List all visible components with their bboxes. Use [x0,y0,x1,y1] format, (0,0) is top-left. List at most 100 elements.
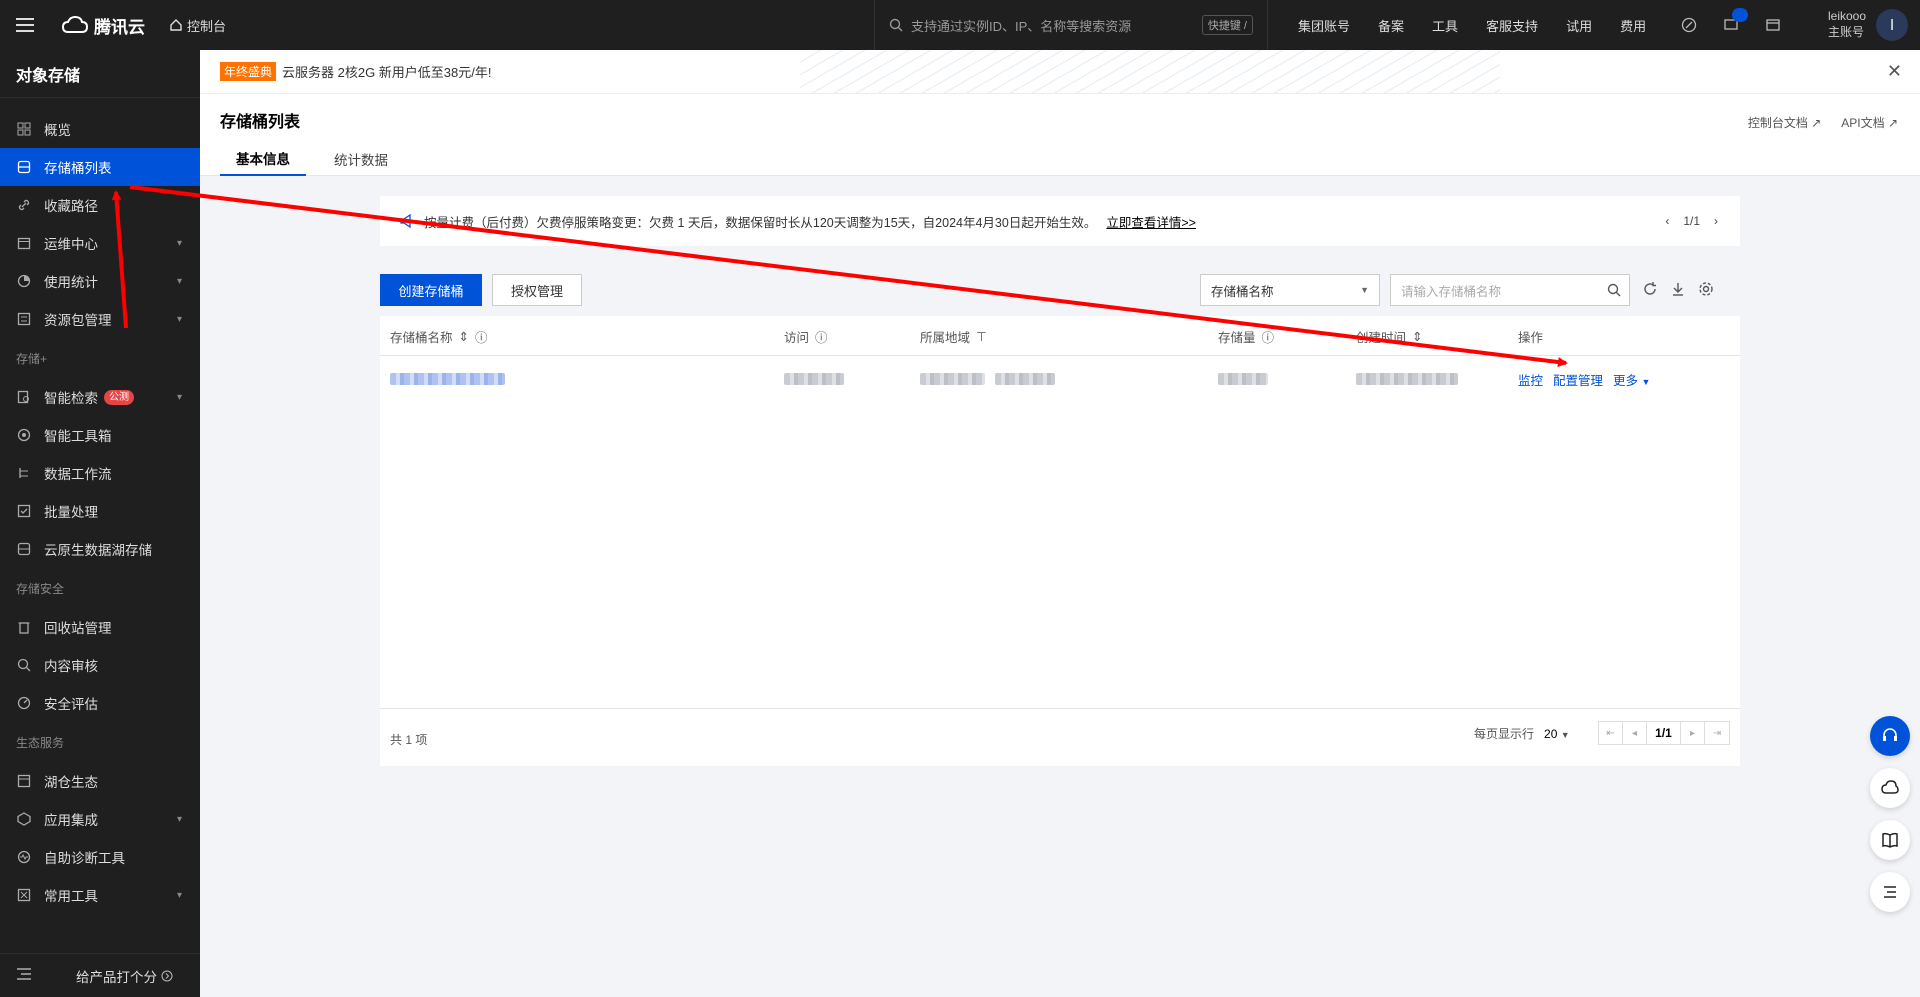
cloud-logo-icon [62,16,88,33]
chevron-down-icon: ▾ [176,275,182,287]
sort-icon[interactable]: ⇕ [1412,329,1422,344]
chevron-left-icon[interactable]: ‹ [1665,214,1669,228]
col-bucket-name: 存储桶名称 ⇕ ⓘ [390,316,488,356]
sidebar-item-data-lake[interactable]: 云原生数据湖存储 [0,530,200,568]
refresh-icon[interactable] [1642,281,1658,297]
user-role: 主账号 [1828,25,1865,39]
collapse-sidebar-icon[interactable] [16,967,32,984]
nav-trial[interactable]: 试用 [1566,16,1592,35]
bucket-name-cell[interactable] [390,356,505,402]
sidebar-item-label: 回收站管理 [44,621,112,636]
global-search[interactable]: 支持通过实例ID、IP、名称等搜索资源 快捷键 / [874,0,1268,50]
gear-icon[interactable] [1698,281,1714,297]
sidebar-item-content-audit[interactable]: 内容审核 [0,646,200,684]
sidebar-item-smart-search[interactable]: 智能检索 公测 ▾ [0,378,200,416]
sidebar-item-self-diagnosis[interactable]: 自助诊断工具 [0,838,200,876]
current-page[interactable]: 1/1 [1647,722,1681,744]
col-storage: 存储量 ⓘ [1218,316,1274,356]
promo-decoration [800,50,1500,93]
info-icon[interactable]: ⓘ [475,327,488,346]
nav-icp[interactable]: 备案 [1378,16,1404,35]
first-page-icon[interactable]: ⇤ [1599,722,1623,744]
last-page-icon[interactable]: ⇥ [1705,722,1729,744]
info-icon[interactable]: ⓘ [815,327,828,346]
chevron-right-icon[interactable]: › [1714,214,1718,228]
page-size-select[interactable]: 20 ▼ [1544,727,1570,741]
sidebar-item-lakehouse[interactable]: 湖仓生态 [0,762,200,800]
cart-icon[interactable] [1764,16,1782,34]
more-dropdown[interactable]: 更多 ▼ [1613,370,1650,389]
tab-basic-info[interactable]: 基本信息 [220,142,306,176]
sidebar-item-security-assessment[interactable]: 安全评估 [0,684,200,722]
sidebar-item-usage-stats[interactable]: 使用统计 ▾ [0,262,200,300]
sidebar-item-ops-center[interactable]: 运维中心 ▾ [0,224,200,262]
notice-bar: 按量计费（后付费）欠费停服策略变更：欠费 1 天后，数据保留时长从120天调整为… [380,196,1740,246]
region-cell [920,356,1055,402]
sidebar-item-favorite-paths[interactable]: 收藏路径 [0,186,200,224]
config-management-link[interactable]: 配置管理 [1553,370,1603,389]
close-icon[interactable]: ✕ [1887,61,1902,82]
sidebar-item-resource-package[interactable]: 资源包管理 ▾ [0,300,200,338]
customer-service-icon[interactable] [1870,716,1910,756]
promo-banner[interactable]: 年终盛典 云服务器 2核2G 新用户低至38元/年! ✕ [200,50,1920,94]
rate-product-link[interactable]: 给产品打个分 [76,966,173,986]
search-icon[interactable] [1607,283,1621,297]
monitor-link[interactable]: 监控 [1518,370,1543,389]
nav-tools[interactable]: 工具 [1432,16,1458,35]
menu-toggle-button[interactable] [0,0,50,50]
search-field-select[interactable]: 存储桶名称 ▼ [1200,274,1380,306]
bucket-table: 存储桶名称 ⇕ ⓘ 访问 ⓘ 所属地域 ⊤ 存储量 ⓘ 创建时间 ⇕ 操作 监控 配置管理 … [380,316,1740,766]
link-icon[interactable] [1680,16,1698,34]
sidebar-item-recycle-bin[interactable]: 回收站管理 [0,608,200,646]
api-doc-link[interactable]: API文档 ↗ [1841,114,1898,131]
sidebar-item-data-workflow[interactable]: 数据工作流 [0,454,200,492]
console-doc-link[interactable]: 控制台文档 ↗ [1748,114,1821,131]
sidebar-item-bucket-list[interactable]: 存储桶列表 [0,148,200,186]
tab-statistics[interactable]: 统计数据 [318,142,404,176]
page-header: 存储桶列表 控制台文档 ↗ API文档 ↗ 基本信息 统计数据 [200,94,1920,176]
sidebar-item-label: 常用工具 [44,889,98,904]
list-icon[interactable] [1870,872,1910,912]
sidebar-item-batch-processing[interactable]: 批量处理 [0,492,200,530]
sidebar-item-smart-toolbox[interactable]: 智能工具箱 [0,416,200,454]
create-bucket-button[interactable]: 创建存储桶 [380,274,482,306]
console-doc-label: 控制台文档 [1747,116,1808,130]
brand-logo[interactable]: 腾讯云 [62,13,145,38]
sidebar-item-app-integration[interactable]: 应用集成 ▾ [0,800,200,838]
gauge-icon [16,695,32,711]
sidebar-item-label: 安全评估 [44,697,98,712]
bucket-search-input[interactable]: 请输入存储桶名称 [1390,274,1630,306]
sidebar-item-common-tools[interactable]: 常用工具 ▾ [0,876,200,914]
batch-icon [16,503,32,519]
doc-links: 控制台文档 ↗ API文档 ↗ [1748,114,1898,131]
actions-cell: 监控 配置管理 更多 ▼ [1518,356,1660,402]
avatar[interactable]: l [1876,9,1908,41]
filter-icon[interactable]: ⊤ [976,329,987,344]
nav-billing[interactable]: 费用 [1620,16,1646,35]
nav-support[interactable]: 客服支持 [1486,16,1538,35]
dashboard-icon [16,121,32,137]
sort-icon[interactable]: ⇕ [459,329,469,344]
user-info[interactable]: leikooo 主账号 [1828,8,1866,40]
more-label: 更多 [1613,373,1639,388]
sidebar-item-label: 云原生数据湖存储 [44,543,152,558]
sidebar-item-overview[interactable]: 概览 [0,110,200,148]
chevron-down-icon: ▾ [176,313,182,325]
message-icon[interactable] [1722,8,1748,34]
caret-down-icon: ▼ [1360,285,1369,295]
sidebar: 对象存储 概览 存储桶列表 收藏路径 运维中心 ▾ 使用统计 ▾ 资源包管理 ▾ [0,50,200,997]
auth-management-button[interactable]: 授权管理 [492,274,582,306]
sidebar-item-label: 应用集成 [44,813,98,828]
cloud-assistant-icon[interactable] [1870,768,1910,808]
console-link[interactable]: 控制台 [169,16,226,35]
notice-detail-link[interactable]: 立即查看详情>> [1106,212,1196,231]
next-page-icon[interactable]: ▸ [1681,722,1705,744]
access-cell [784,356,844,402]
info-icon[interactable]: ⓘ [1262,327,1275,346]
caret-down-icon: ▼ [1560,729,1570,740]
download-icon[interactable] [1670,281,1686,297]
nav-group-account[interactable]: 集团账号 [1298,16,1350,35]
prev-page-icon[interactable]: ◂ [1623,722,1647,744]
page-title: 存储桶列表 [220,114,301,131]
book-icon[interactable] [1870,820,1910,860]
